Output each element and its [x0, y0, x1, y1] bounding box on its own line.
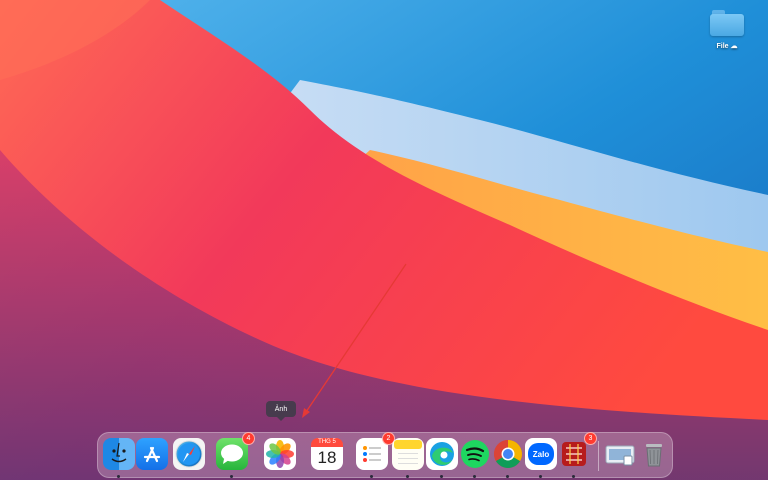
chrome-icon	[494, 440, 522, 468]
trash-icon	[646, 444, 662, 467]
dock-item-spotify[interactable]	[459, 438, 491, 470]
preview-icon	[605, 445, 635, 466]
dock-item-app-store[interactable]	[136, 438, 168, 470]
running-indicator	[230, 475, 233, 478]
running-indicator	[370, 475, 373, 478]
dock-item-reminders[interactable]: 2	[356, 432, 395, 470]
desktop-folder-label: File ☁	[716, 43, 738, 50]
dock-item-photos[interactable]	[264, 438, 296, 470]
dock-item-trash[interactable]	[638, 438, 670, 470]
zalo-icon: Zalo	[528, 443, 554, 465]
running-indicator	[406, 475, 409, 478]
dock-item-messages[interactable]: 4	[216, 432, 255, 470]
cloud-icon: ☁	[730, 43, 738, 50]
wallpaper	[0, 0, 768, 480]
running-indicator	[572, 475, 575, 478]
desktop: File ☁ Ảnh 4 THG 5 18 2 Zalo 3	[0, 0, 768, 480]
desktop-folder-file[interactable]: File ☁	[704, 10, 750, 50]
dock: 4 THG 5 18 2 Zalo 3	[97, 432, 673, 478]
dock-item-zalo[interactable]: Zalo	[525, 438, 557, 470]
notes-icon	[394, 440, 422, 464]
dock-item-finder[interactable]	[103, 438, 135, 470]
safari-icon	[175, 440, 203, 468]
dock-tooltip: Ảnh	[266, 401, 296, 421]
folder-icon	[710, 10, 744, 36]
spotify-icon	[461, 440, 489, 468]
calendar-month: THG 5	[311, 438, 343, 447]
dock-item-winrar[interactable]: 3	[558, 432, 597, 470]
messages-badge: 4	[242, 432, 255, 445]
dock-item-notes[interactable]	[392, 438, 424, 470]
dock-item-safari[interactable]	[173, 438, 205, 470]
dock-item-chrome[interactable]	[492, 438, 524, 470]
app-store-icon	[143, 446, 161, 463]
running-indicator	[539, 475, 542, 478]
running-indicator	[440, 475, 443, 478]
edge-icon	[430, 442, 454, 466]
dock-item-edge[interactable]	[426, 438, 458, 470]
calendar-day: 18	[317, 448, 337, 467]
dock-separator	[598, 441, 599, 471]
photos-icon	[266, 440, 294, 468]
running-indicator	[473, 475, 476, 478]
winrar-badge: 3	[584, 432, 597, 445]
dock-item-preview[interactable]	[604, 438, 636, 470]
running-indicator	[506, 475, 509, 478]
finder-icon	[111, 442, 127, 463]
running-indicator	[117, 475, 120, 478]
dock-item-calendar[interactable]: THG 5 18	[311, 438, 343, 470]
